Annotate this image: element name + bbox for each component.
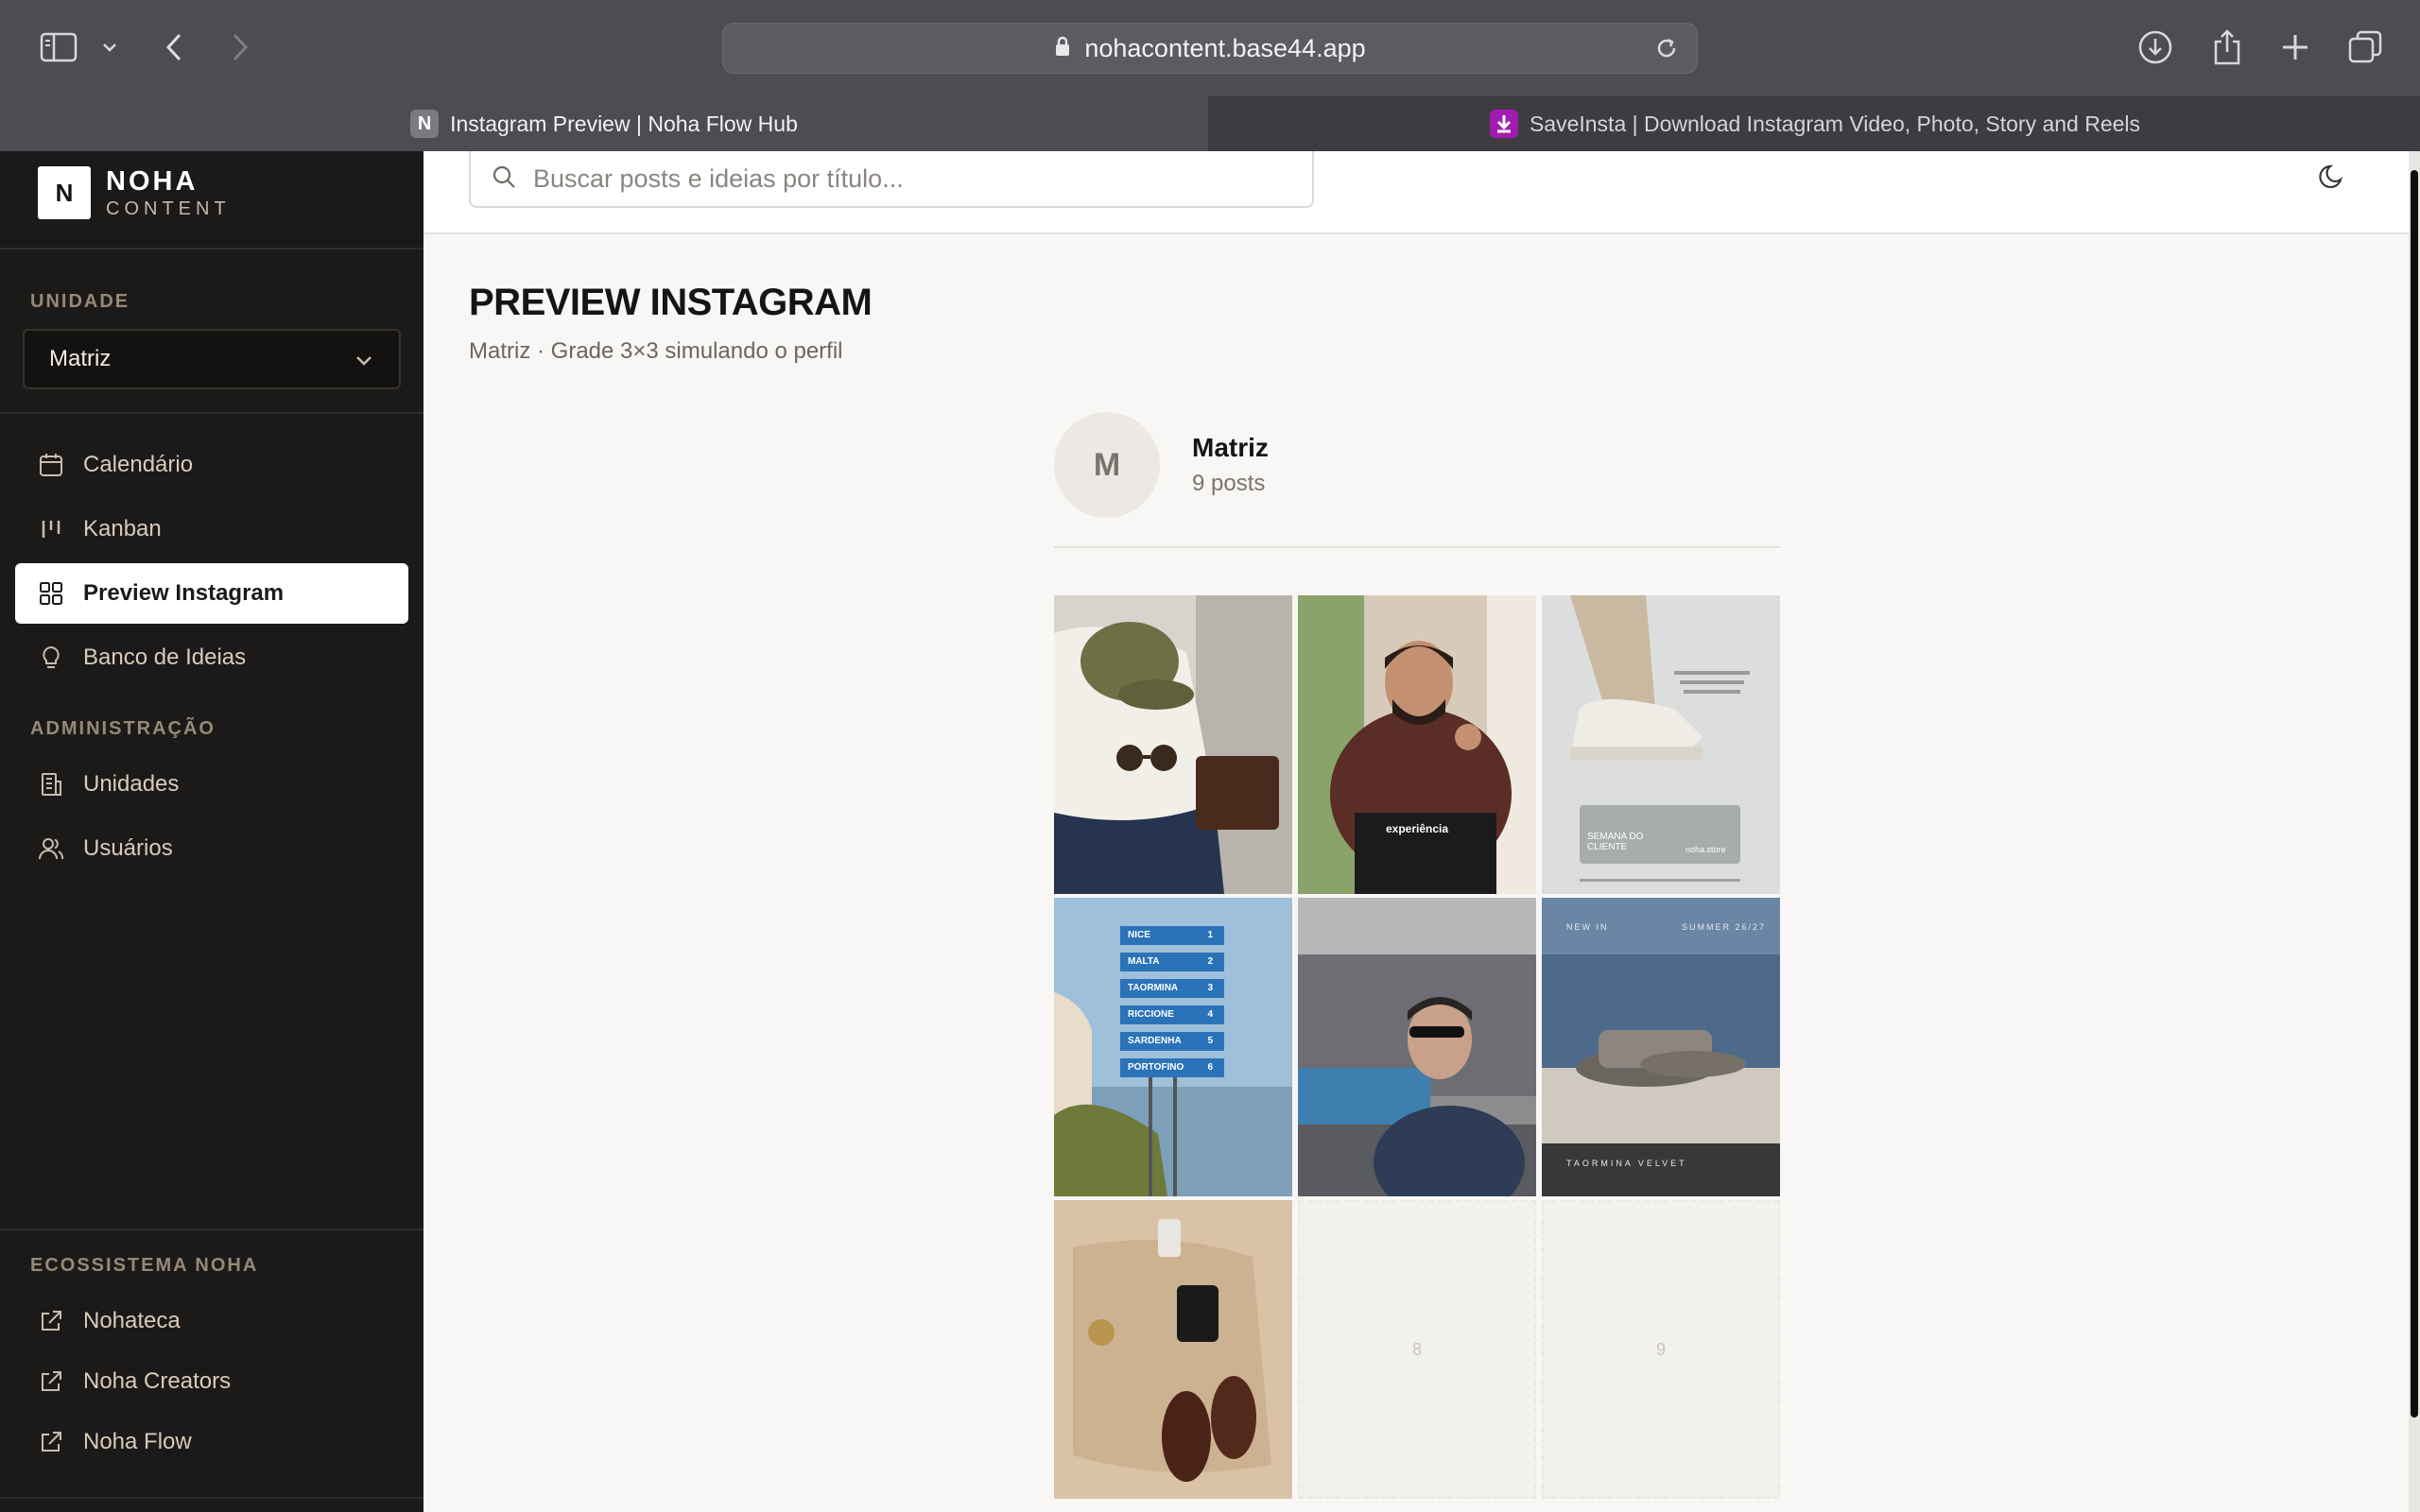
url-text: nohacontent.base44.app: [1084, 33, 1366, 62]
post-overlay-text: SEMANA DO CLIENTE: [1587, 832, 1644, 852]
kanban-icon: [38, 516, 64, 542]
slot-number: 9: [1655, 1339, 1666, 1359]
users-icon: [38, 835, 64, 862]
nav-kanban[interactable]: Kanban: [15, 499, 408, 559]
calendar-icon: [38, 452, 64, 478]
scrollbar-thumb[interactable]: [2411, 170, 2418, 1418]
divider: [0, 1228, 424, 1230]
search-icon: [492, 164, 516, 194]
nav-label: Unidades: [83, 771, 180, 797]
building-icon: [38, 771, 64, 798]
unit-select[interactable]: Matriz: [23, 329, 401, 389]
nav-label: Noha Flow: [83, 1429, 192, 1454]
instagram-grid: experiência SEMANA DO CLIENTE noha.store: [1054, 595, 1780, 1501]
nav-label: Kanban: [83, 516, 162, 541]
nav-preview-instagram[interactable]: Preview Instagram: [15, 563, 408, 624]
section-ecossistema: ECOSSISTEMA NOHA: [30, 1255, 259, 1276]
profile-post-count: 9 posts: [1192, 471, 1266, 496]
page-subtitle: Matriz · Grade 3×3 simulando o perfil: [469, 338, 843, 364]
section-unidade: UNIDADE: [30, 291, 130, 312]
download-icon[interactable]: [2135, 25, 2176, 70]
link-nohateca[interactable]: Nohateca: [15, 1291, 408, 1351]
unit-select-value: Matriz: [49, 346, 112, 371]
divider: [0, 1497, 424, 1499]
post-tag-text: NEW IN: [1566, 922, 1609, 932]
lightbulb-icon: [38, 644, 64, 671]
post-brand-text: noha.store: [1685, 845, 1726, 854]
divider: [0, 248, 424, 249]
logo-title: NOHA: [106, 165, 199, 197]
download-favicon-icon: [1489, 110, 1518, 138]
moon-icon[interactable]: [2318, 161, 2348, 196]
nav-banco-de-ideias[interactable]: Banco de Ideias: [15, 627, 408, 688]
nav-unidades[interactable]: Unidades: [15, 754, 408, 815]
grid-post-3[interactable]: SEMANA DO CLIENTE noha.store: [1542, 595, 1780, 894]
forward-icon[interactable]: [221, 25, 259, 70]
divider: [0, 412, 424, 414]
nav-label: Preview Instagram: [83, 580, 285, 606]
grid-post-4[interactable]: NICE 1 MALTA 2 TAORMINA 3 RICCIONE 4 SARDENH…: [1054, 898, 1292, 1196]
nav-label: Noha Creators: [83, 1368, 232, 1394]
reload-icon[interactable]: [1653, 35, 1680, 68]
tab-favicon: N: [410, 110, 440, 138]
slot-number: 8: [1411, 1339, 1422, 1359]
logo-mark: N: [38, 166, 91, 219]
avatar: M: [1054, 412, 1160, 518]
sidebar-toggle-icon[interactable]: [36, 25, 81, 70]
grid-post-6[interactable]: NEW IN SUMMER 26/27 TAORMINA VELVET: [1542, 898, 1780, 1196]
grid-post-2[interactable]: experiência: [1298, 595, 1536, 894]
external-link-icon: [38, 1308, 64, 1334]
external-link-icon: [38, 1429, 64, 1455]
post-overlay-text: experiência: [1385, 822, 1449, 835]
brand-logo[interactable]: N NOHA CONTENT: [38, 166, 231, 219]
link-noha-flow[interactable]: Noha Flow: [15, 1412, 408, 1472]
nav-label: Calendário: [83, 452, 194, 477]
post-tag-text: SUMMER 26/27: [1682, 922, 1767, 932]
tab-label: SaveInsta | Download Instagram Video, Ph…: [1529, 111, 2141, 136]
search-input[interactable]: Buscar posts e ideias por título...: [469, 151, 1314, 208]
lock-icon: [1054, 34, 1071, 63]
tab-overview-icon[interactable]: [2344, 25, 2386, 70]
top-bar: Buscar posts e ideias por título...: [424, 151, 2409, 234]
sign-labels: NICE 1 MALTA 2 TAORMINA 3 RICCIONE 4 SARDENH…: [1128, 930, 1213, 1073]
grid-post-7[interactable]: [1054, 1200, 1292, 1499]
address-bar[interactable]: nohacontent.base44.app: [722, 23, 1698, 74]
search-placeholder: Buscar posts e ideias por título...: [533, 163, 904, 193]
chevron-down-icon[interactable]: [98, 25, 121, 70]
tab-label: Instagram Preview | Noha Flow Hub: [450, 111, 798, 136]
grid-empty-slot-8[interactable]: 8: [1298, 1200, 1536, 1499]
post-caption-text: TAORMINA VELVET: [1566, 1159, 1687, 1168]
tab-instagram-preview[interactable]: N Instagram Preview | Noha Flow Hub: [0, 96, 1208, 151]
nav-label: Nohateca: [83, 1308, 181, 1333]
section-administracao: ADMINISTRAÇÃO: [30, 718, 216, 739]
tab-saveinsta[interactable]: SaveInsta | Download Instagram Video, Ph…: [1210, 96, 2420, 151]
share-icon[interactable]: [2206, 25, 2248, 70]
nav-calendario[interactable]: Calendário: [15, 435, 408, 495]
grid-empty-slot-9[interactable]: 9: [1542, 1200, 1780, 1499]
nav-label: Banco de Ideias: [83, 644, 247, 670]
back-icon[interactable]: [155, 25, 193, 70]
main-content: Buscar posts e ideias por título... PREV…: [424, 151, 2409, 1512]
nav-usuarios[interactable]: Usuários: [15, 818, 408, 879]
grid-icon: [38, 580, 64, 607]
nav-label: Usuários: [83, 835, 173, 861]
new-tab-icon[interactable]: [2274, 25, 2316, 70]
grid-post-1[interactable]: [1054, 595, 1292, 894]
chevron-down-icon: [354, 350, 374, 377]
profile-header: M Matriz 9 posts: [1054, 412, 1780, 548]
external-link-icon: [38, 1368, 64, 1395]
logo-subtitle: CONTENT: [106, 198, 231, 219]
page-title: PREVIEW INSTAGRAM: [469, 282, 873, 323]
grid-post-5[interactable]: [1298, 898, 1536, 1196]
profile-name: Matriz: [1192, 433, 1269, 462]
link-noha-creators[interactable]: Noha Creators: [15, 1351, 408, 1412]
sidebar: N NOHA CONTENT UNIDADE Matriz Calendário…: [0, 151, 424, 1512]
